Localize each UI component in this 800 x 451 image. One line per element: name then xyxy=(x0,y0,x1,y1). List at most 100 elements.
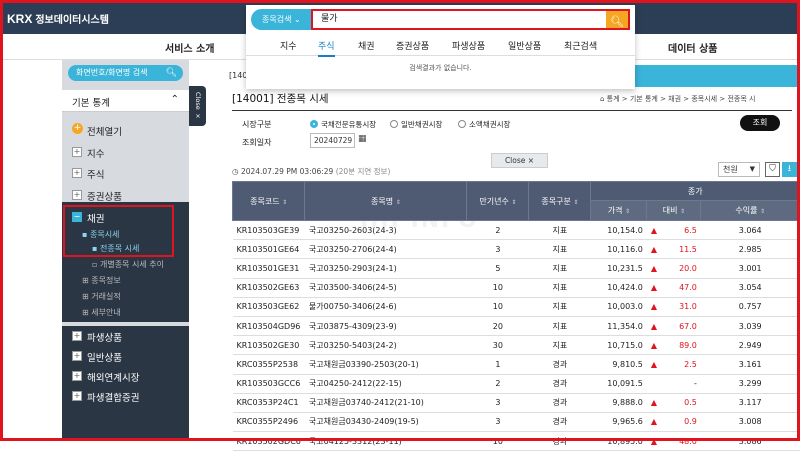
table-row[interactable]: KRC0355P2538 국고채원금03390-2503(20-1) 1 경과 9,81… xyxy=(232,354,800,375)
submenu-item-trades[interactable]: ⊞ 거래실적 xyxy=(82,291,121,302)
calendar-icon[interactable]: ▦ xyxy=(358,134,367,144)
expand-icon: + xyxy=(72,391,82,401)
cell-code: KR103502GE63 xyxy=(232,278,305,298)
search-tab-derivatives[interactable]: 파생상품 xyxy=(452,39,485,52)
table-row[interactable]: KR103504GD96 국고03875-4309(23-9) 20 지표 11,354… xyxy=(232,316,800,337)
sidebar-close-tab[interactable]: Close × xyxy=(189,86,206,126)
filter-icon[interactable]: ⛉ xyxy=(765,162,780,177)
cell-name: 국고03875-4309(23-9) xyxy=(304,316,467,337)
cell-maturity: 30 xyxy=(466,335,529,356)
cell-price: 9,965.6 xyxy=(590,412,647,433)
col-change[interactable]: 대비 ⇕ xyxy=(646,200,702,221)
table-row[interactable]: KR103503GE62 물가00750-3406(24-6) 10 지표 10,003… xyxy=(232,297,800,317)
screen-search-button[interactable]: 화면번호/화면명 검색 🔍︎ xyxy=(68,65,183,81)
table-row[interactable]: KRC0353P24C1 국고채원금03740-2412(21-10) 3 경과 9,8… xyxy=(232,393,800,413)
search-input[interactable]: 물가 xyxy=(311,9,606,30)
radio-label: 소액채권시장 xyxy=(469,120,511,129)
sidebar-item-commodity[interactable]: + 일반상품 xyxy=(62,346,189,366)
cell-change: - xyxy=(646,374,701,394)
expand-icon: + xyxy=(72,371,82,381)
submenu-item-info[interactable]: ⊞ 종목정보 xyxy=(82,275,121,286)
cell-name: 국고03250-2903(24-1) xyxy=(304,258,467,279)
col-yield[interactable]: 수익률 ⇕ xyxy=(700,200,800,221)
sidebar-header[interactable]: 기본 통계 ⌃ xyxy=(62,90,189,112)
table-row[interactable]: KR103502GE63 국고03500-3406(24-5) 10 지표 10,424… xyxy=(232,278,800,298)
cell-yield: 3.064 xyxy=(700,220,800,241)
cell-change: ▲ 2.5 xyxy=(646,354,701,375)
col-name[interactable]: 종목명 ⇕ xyxy=(304,181,468,221)
breadcrumb: ⌂ 통계 > 기본 통계 > 채권 > 종목시세 > 전종목 시 xyxy=(600,94,755,104)
sidebar-item-stock[interactable]: + 주식 xyxy=(62,163,189,183)
timestamp: ◷ 2024.07.29 PM 03:06:29 (20분 지연 정보) xyxy=(232,166,390,177)
sidebar-item-dls[interactable]: + 파생결합증권 xyxy=(62,386,189,441)
unit-select[interactable]: 천원 ▼ xyxy=(718,162,760,177)
date-input[interactable]: 20240729 xyxy=(310,133,355,148)
filter-close-button[interactable]: Close × xyxy=(491,153,548,168)
sidebar-item-label: 해외연계시장 xyxy=(87,373,140,384)
cell-yield: 3.161 xyxy=(700,354,800,375)
radio-label: 국채전문유통시장 xyxy=(321,120,377,129)
cell-price: 11,354.0 xyxy=(590,316,647,337)
chevron-up-icon[interactable]: ⌃ xyxy=(171,94,179,105)
open-all-button[interactable]: + 전체열기 xyxy=(62,120,189,140)
cell-type: 경과 xyxy=(528,374,591,394)
table-row[interactable]: KR103501GE31 국고03250-2903(24-1) 5 지표 10,231.… xyxy=(232,258,800,279)
cell-type: 경과 xyxy=(528,354,591,375)
submenu-item-trend[interactable]: ▫ 개별종목 시세 추이 xyxy=(92,259,164,270)
table-row[interactable]: KR103503GE39 국고03250-2603(24-3) 2 지표 10,154.… xyxy=(232,220,800,241)
submenu-item-guide[interactable]: ⊞ 세부안내 xyxy=(82,307,121,318)
search-tab-securities[interactable]: 증권상품 xyxy=(396,39,429,52)
up-arrow-icon: ▲ xyxy=(650,263,658,273)
home-icon[interactable]: ⌂ xyxy=(600,95,607,103)
table-row[interactable]: KR103501GE64 국고03250-2706(24-4) 3 지표 10,116.… xyxy=(232,239,800,260)
search-tab-commodity[interactable]: 일반상품 xyxy=(508,39,541,52)
expand-icon: + xyxy=(72,168,82,178)
submenu-label: 개별종목 시세 추이 xyxy=(99,260,164,269)
download-icon[interactable]: ⭳ xyxy=(782,162,797,177)
col-code[interactable]: 종목코드 ⇕ xyxy=(231,181,306,221)
sidebar-item-label: 파생상품 xyxy=(87,333,122,344)
change-value: 20.0 xyxy=(679,263,697,273)
table-row[interactable]: KRC0355P2496 국고채원금03430-2409(19-5) 3 경과 9,96… xyxy=(232,412,800,433)
cell-name: 국고04250-2412(22-15) xyxy=(304,374,467,394)
table-row[interactable]: KR103503GCC6 국고04250-2412(22-15) 2 경과 10,091… xyxy=(232,374,800,394)
table-row[interactable]: KR103502GE30 국고03250-5403(24-2) 30 지표 10,715… xyxy=(232,335,800,356)
cell-price: 10,424.0 xyxy=(590,278,647,298)
change-value: 11.5 xyxy=(679,244,697,254)
col-maturity[interactable]: 만기년수 ⇕ xyxy=(466,181,530,221)
cell-yield: 3.039 xyxy=(700,316,800,337)
search-type-select[interactable]: 종목검색 ⌄ xyxy=(251,9,311,30)
cell-name: 국고03500-3406(24-5) xyxy=(304,278,467,298)
cell-yield: 3.054 xyxy=(700,278,800,298)
search-tab-recent[interactable]: 최근검색 xyxy=(564,39,597,52)
search-submit-button[interactable]: 🔍︎ xyxy=(606,9,630,30)
nav-service-intro[interactable]: 서비스 소개 xyxy=(165,40,214,55)
timestamp-note: (20분 지연 정보) xyxy=(335,167,391,176)
query-button[interactable]: 조회 xyxy=(740,115,780,131)
col-price[interactable]: 가격 ⇕ xyxy=(590,200,648,221)
search-tab-stock[interactable]: 주식 xyxy=(318,39,335,57)
search-icon: 🔍︎ xyxy=(165,68,177,78)
cell-maturity: 3 xyxy=(466,393,529,413)
search-type-label: 종목검색 xyxy=(262,15,292,24)
search-tab-index[interactable]: 지수 xyxy=(280,39,297,52)
cell-code: KRC0355P2538 xyxy=(232,354,305,375)
sidebar-item-overseas[interactable]: + 해외연계시장 xyxy=(62,366,189,386)
nav-data-products[interactable]: 데이터 상품 xyxy=(668,40,717,55)
search-tab-bond[interactable]: 채권 xyxy=(358,39,375,52)
cell-code: KRC0355P2496 xyxy=(232,412,305,433)
cell-type: 지표 xyxy=(528,335,591,356)
logo-title: 정보데이터시스템 xyxy=(35,15,109,26)
cell-code: KR103502GE30 xyxy=(232,335,305,356)
col-type[interactable]: 종목구분 ⇕ xyxy=(528,181,592,221)
caret-down-icon: ▼ xyxy=(749,165,755,173)
logo[interactable]: KRX 정보데이터시스템 xyxy=(7,11,109,26)
plus-circle-icon: + xyxy=(72,123,83,134)
sidebar-item-derivatives[interactable]: + 파생상품 xyxy=(62,326,189,346)
cell-maturity: 10 xyxy=(466,431,529,451)
radio-small-bond[interactable]: 소액채권시장 xyxy=(458,119,510,130)
radio-national-bond[interactable]: 국채전문유통시장 xyxy=(310,119,376,130)
table-row[interactable]: KR103502GDC6 국고04125-3312(23-11) 10 경과 10,89… xyxy=(232,431,800,451)
sidebar-item-index[interactable]: + 지수 xyxy=(62,142,189,162)
radio-general-bond[interactable]: 일반채권시장 xyxy=(390,119,442,130)
